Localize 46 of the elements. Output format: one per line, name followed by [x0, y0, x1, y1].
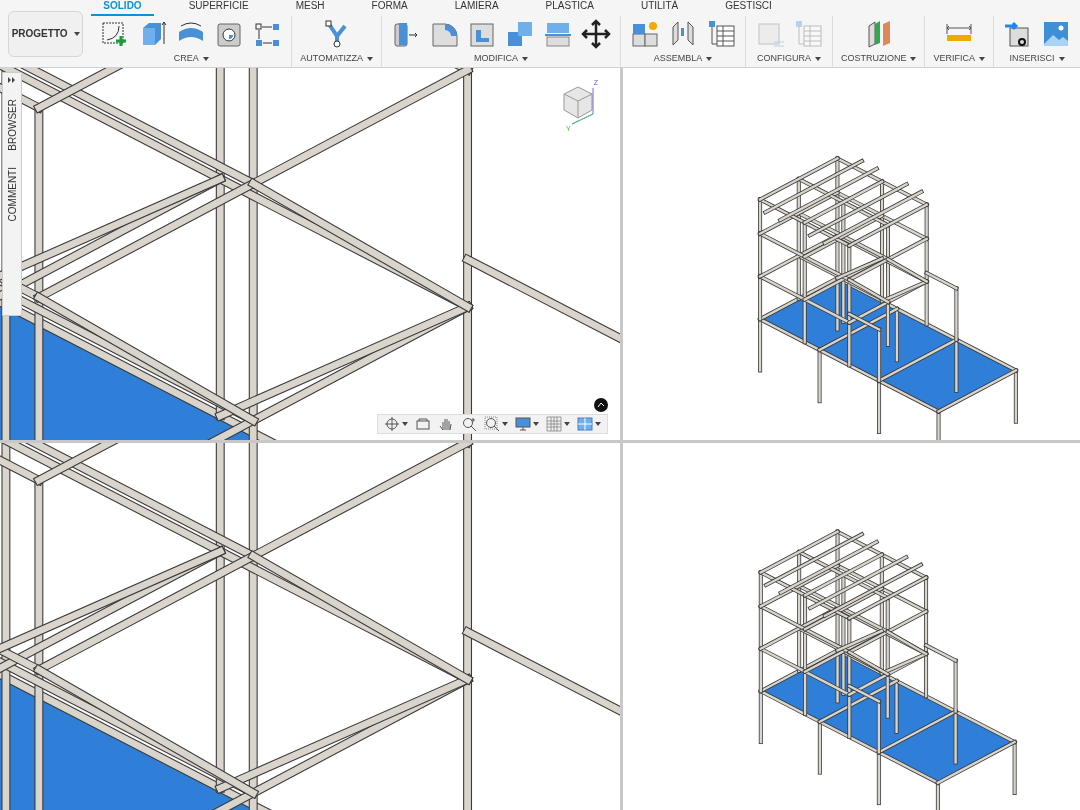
caret-icon	[1058, 56, 1065, 61]
panel-tab[interactable]: BROWSER	[0, 99, 28, 151]
badge-icon	[594, 398, 608, 412]
ribbon-tab[interactable]: LAMIERA	[442, 0, 511, 16]
caret-icon	[814, 56, 821, 61]
caret-icon	[521, 56, 528, 61]
ribbon-tab[interactable]: FORMA	[359, 0, 420, 16]
grid-icon[interactable]	[546, 416, 562, 432]
ribbon-tab[interactable]: PLASTICA	[533, 0, 606, 16]
group-menu[interactable]: COSTRUZIONE	[840, 52, 917, 66]
ribbon-tab[interactable]: SUPERFICIE	[176, 0, 261, 16]
caret-icon	[502, 422, 508, 426]
look-icon[interactable]	[415, 416, 431, 432]
group-menu[interactable]: VERIFICA	[933, 52, 985, 66]
view-cube-icon[interactable]	[560, 84, 596, 126]
ribbon-tab[interactable]: GESTISCI	[713, 0, 784, 16]
ribbon-tab[interactable]: MESH	[283, 0, 337, 16]
move-tool-icon[interactable]	[579, 18, 612, 50]
caret-icon	[910, 56, 917, 61]
group-menu[interactable]: INSERISCI	[1009, 52, 1065, 66]
ribbon-tab[interactable]: UTILITÀ	[628, 0, 691, 16]
caret-icon	[402, 422, 408, 426]
caret-icon	[366, 56, 373, 61]
caret-icon	[73, 31, 80, 36]
viewports-icon[interactable]	[577, 416, 593, 432]
caret-icon	[595, 422, 601, 426]
caret-icon	[202, 56, 209, 61]
caret-icon	[533, 422, 539, 426]
group-menu[interactable]: MODIFICA	[473, 52, 528, 66]
group-menu[interactable]: ASSEMBLA	[653, 52, 713, 66]
group-menu[interactable]: AUTOMATIZZA	[300, 52, 373, 66]
group-menu[interactable]: CONFIGURA	[756, 52, 821, 66]
orbit-icon[interactable]	[384, 416, 400, 432]
caret-icon	[706, 56, 713, 61]
viewport[interactable]	[623, 68, 1080, 440]
expand-icon[interactable]	[8, 77, 16, 83]
project-button[interactable]: PROGETTO	[8, 10, 84, 57]
fit-icon[interactable]	[484, 416, 500, 432]
caret-icon	[564, 422, 570, 426]
pan-icon[interactable]	[438, 416, 454, 432]
panel-tab[interactable]: COMMENTI	[0, 166, 28, 222]
group-menu[interactable]: CREA	[173, 52, 209, 66]
display-icon[interactable]	[515, 416, 531, 432]
caret-icon	[979, 56, 985, 61]
viewport[interactable]	[623, 443, 1080, 810]
zoom-icon[interactable]	[461, 416, 477, 432]
